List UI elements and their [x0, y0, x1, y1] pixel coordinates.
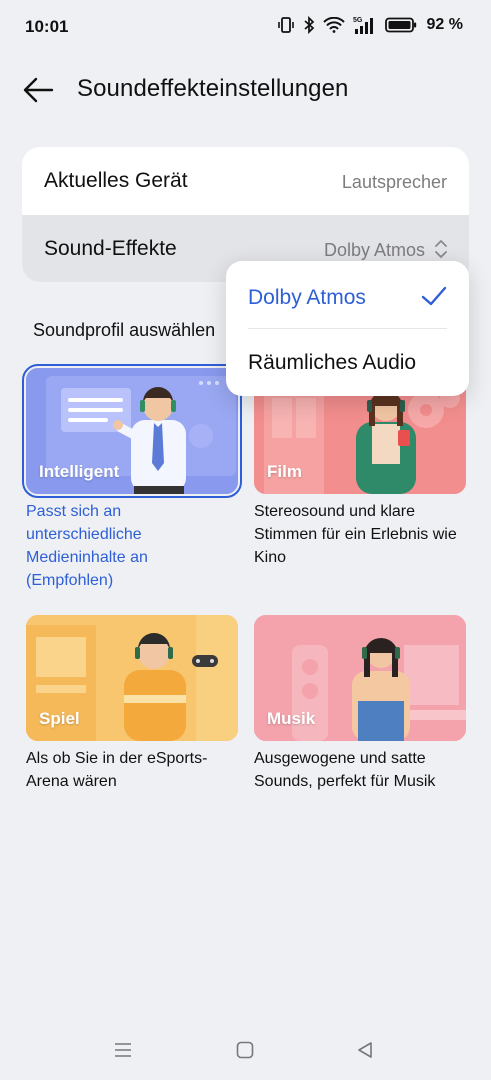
profile-tile-music[interactable]: Musik Ausgewogene und satte Sounds, perf… — [254, 615, 466, 793]
clock: 10:01 — [25, 17, 69, 36]
profile-illustration-intelligent: Intelligent — [22, 364, 242, 498]
profile-name: Spiel — [39, 709, 80, 728]
system-navigation-bar — [0, 1020, 491, 1080]
back-nav-icon[interactable] — [355, 1040, 375, 1065]
vibrate-icon — [277, 16, 295, 34]
profile-name: Intelligent — [39, 462, 120, 481]
status-bar: 10:01 5G 92 % — [0, 0, 491, 52]
back-button[interactable] — [22, 76, 54, 104]
profile-description: Ausgewogene und satte Sounds, perfekt fü… — [254, 750, 436, 790]
profile-description: Passt sich an unterschiedliche Medieninh… — [26, 503, 148, 589]
network-type-label: 5G — [353, 17, 363, 24]
status-icons: 5G 92 % — [277, 15, 463, 35]
profile-tile-film[interactable]: Film Stereosound und klare Stimmen für e… — [254, 368, 466, 569]
profile-illustration-music: Musik — [254, 615, 466, 741]
profile-name: Musik — [267, 709, 316, 728]
profile-description: Als ob Sie in der eSports-Arena wären — [26, 750, 208, 790]
dropdown-option-spatial-audio[interactable]: Räumliches Audio — [248, 351, 416, 375]
dropdown-option-dolby-atmos[interactable]: Dolby Atmos — [248, 286, 366, 310]
wifi-icon — [322, 17, 345, 33]
dropdown-divider — [248, 328, 447, 329]
profile-tile-game[interactable]: Spiel Als ob Sie in der eSports-Arena wä… — [26, 615, 238, 793]
bluetooth-icon — [303, 16, 315, 34]
section-label: Soundprofil auswählen — [33, 320, 216, 340]
current-device-label: Aktuelles Gerät — [44, 169, 188, 192]
battery-percentage: 92 % — [426, 16, 463, 33]
sound-effects-label: Sound-Effekte — [44, 237, 177, 260]
page-title: Soundeffekteinstellungen — [77, 75, 349, 102]
profile-tile-intelligent[interactable]: Intelligent Passt sich an unterschiedlic… — [22, 364, 242, 592]
sound-effects-dropdown: Dolby Atmos Räumliches Audio — [226, 261, 469, 396]
current-device-value: Lautsprecher — [341, 172, 447, 192]
app-header: Soundeffekteinstellungen — [0, 66, 491, 116]
home-icon[interactable] — [235, 1040, 255, 1065]
back-arrow-icon — [23, 77, 54, 103]
checkmark-icon — [421, 285, 447, 312]
profile-description: Stereosound und klare Stimmen für ein Er… — [254, 503, 457, 566]
profile-illustration-game: Spiel — [26, 615, 238, 741]
battery-icon — [384, 17, 417, 33]
current-device-row[interactable]: Aktuelles Gerät Lautsprecher — [22, 147, 469, 215]
sound-effects-value: Dolby Atmos — [323, 240, 425, 260]
menu-icon[interactable] — [113, 1040, 133, 1065]
cellular-signal-icon: 5G — [353, 15, 377, 35]
profile-name: Film — [267, 462, 302, 481]
